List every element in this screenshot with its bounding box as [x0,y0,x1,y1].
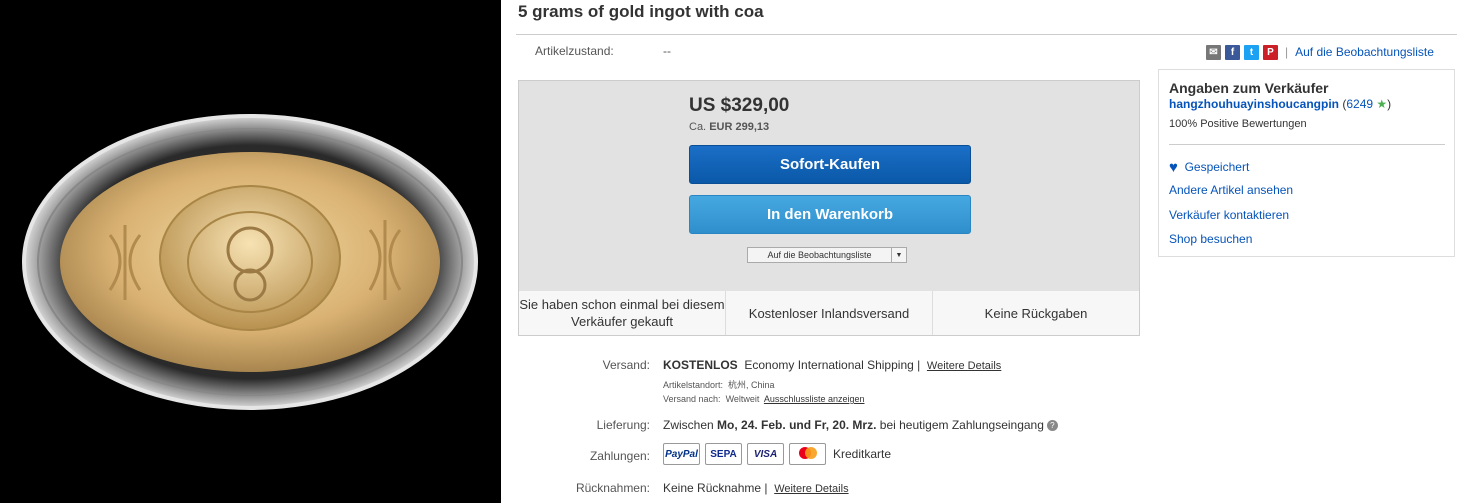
mail-icon[interactable]: ✉ [1206,44,1221,60]
buy-now-button[interactable]: Sofort-Kaufen [689,145,971,184]
payment-label: Zahlungen: [589,449,650,463]
share-separator: | [1285,45,1289,59]
seller-name-line: hangzhouhuayinshoucangpin (6249 ★) [1169,97,1392,111]
heart-icon: ♥ [1169,159,1178,176]
item-location: Artikelstandort: 杭州, China [663,378,775,391]
visa-logo: VISA [747,443,784,465]
feature-strip: Sie haben schon einmal bei diesem Verkäu… [519,291,1139,335]
mastercard-logo [789,443,826,465]
seller-info-box: Angaben zum Verkäufer hangzhouhuayinshou… [1158,69,1455,257]
page-title: 5 grams of gold ingot with coa [518,2,764,21]
chevron-down-icon[interactable]: ▼ [891,248,906,262]
pinterest-icon[interactable]: P [1263,44,1278,60]
add-to-watchlist-link[interactable]: Auf die Beobachtungsliste [1295,45,1434,59]
watchlist-dropdown-label: Auf die Beobachtungsliste [767,250,872,260]
title-divider [516,34,1457,35]
seller-name-link[interactable]: hangzhouhuayinshoucangpin [1169,97,1339,111]
credit-card-label: Kreditkarte [833,447,892,461]
visit-shop-link[interactable]: Shop besuchen [1169,232,1252,246]
star-icon: ★ [1376,97,1388,111]
shipping-label: Versand: [602,358,650,372]
ships-to-label: Versand nach: [663,394,721,404]
ships-to-value: Weltweit [725,394,760,404]
feature-previous-buyer: Sie haben schon einmal bei diesem Verkäu… [519,291,726,335]
other-items-link[interactable]: Andere Artikel ansehen [1169,183,1293,197]
saved-label: Gespeichert [1184,160,1250,174]
contact-seller-link[interactable]: Verkäufer kontaktieren [1169,208,1289,222]
ships-to: Versand nach: Weltweit Ausschlussliste a… [663,394,864,404]
feature-no-returns: Keine Rückgaben [984,305,1088,321]
share-bar: ✉ f t P | Auf die Beobachtungsliste [1206,44,1434,60]
approx-price: Ca. EUR 299,13 [689,121,770,133]
delivery-value: Zwischen Mo, 24. Feb. und Fr, 20. Mrz. b… [663,418,1058,432]
shipping-value: KOSTENLOS Economy International Shipping… [663,358,1001,372]
delivery-label: Lieferung: [596,418,650,432]
item-location-value: 杭州, China [728,380,775,390]
facebook-icon[interactable]: f [1225,44,1240,60]
help-icon[interactable]: ? [1046,420,1058,432]
returns-label: Rücknahmen: [575,481,650,495]
seller-heading: Angaben zum Verkäufer [1169,80,1329,96]
condition-label: Artikelzustand: [535,44,614,58]
shipping-method: Economy International Shipping | [744,358,921,372]
condition-value: -- [663,44,671,58]
returns-value: Keine Rücknahme | Weitere Details [663,481,849,495]
saved-seller[interactable]: ♥ Gespeichert [1169,159,1249,176]
price: US $329,00 [689,95,790,116]
paypal-logo: PayPal [663,443,700,465]
sepa-logo: SEPA [705,443,742,465]
seller-divider [1169,144,1445,145]
exclusion-list-link[interactable]: Ausschlussliste anzeigen [764,394,865,404]
positive-feedback: 100% Positive Bewertungen [1169,118,1307,130]
returns-details-link[interactable]: Weitere Details [774,483,848,495]
item-location-label: Artikelstandort: [663,380,724,390]
shipping-details-link[interactable]: Weitere Details [927,360,1001,372]
add-to-cart-button[interactable]: In den Warenkorb [689,195,971,234]
product-image[interactable] [0,0,501,503]
twitter-icon[interactable]: t [1244,44,1259,60]
feature-free-shipping: Kostenloser Inlandsversand [726,291,933,335]
shipping-free: KOSTENLOS [663,358,738,372]
gold-ingot-image [22,114,478,410]
watchlist-dropdown[interactable]: Auf die Beobachtungsliste ▼ [747,247,907,263]
feedback-count[interactable]: 6249 [1346,97,1373,111]
payment-methods: PayPal SEPA VISA Kreditkarte [663,443,891,465]
